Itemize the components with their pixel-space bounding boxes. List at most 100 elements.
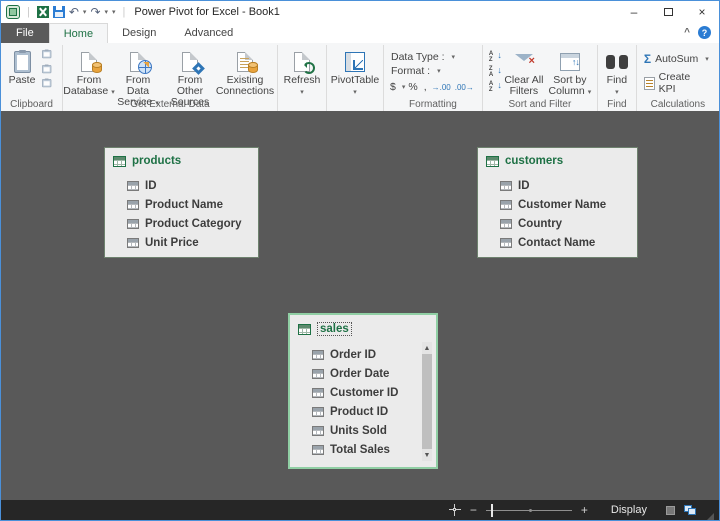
table-name[interactable]: sales <box>317 322 352 336</box>
sort-descending-icon[interactable]: ZA <box>488 66 502 80</box>
currency-button[interactable]: $ <box>387 81 399 93</box>
percent-button[interactable]: % <box>405 81 420 93</box>
data-type-dropdown[interactable]: Data Type :▾ <box>387 50 476 64</box>
table-field[interactable]: Product Category <box>127 214 250 233</box>
paste-button[interactable]: Paste <box>4 47 40 88</box>
scroll-up-icon[interactable]: ▲ <box>422 342 432 354</box>
sort-ascending-icon[interactable]: AZ <box>488 51 502 65</box>
clear-all-filters-label: Clear All Filters <box>504 75 544 97</box>
table-field[interactable]: ID <box>127 176 250 195</box>
increase-decimal-button[interactable]: →.00 <box>430 83 453 92</box>
excel-icon[interactable] <box>37 6 49 18</box>
paste-icon <box>14 51 31 73</box>
paste-append-icon[interactable] <box>42 65 51 73</box>
from-database-button[interactable]: From Database▾ <box>66 47 112 100</box>
scroll-down-icon[interactable]: ▼ <box>422 449 432 461</box>
create-kpi-label: Create KPI <box>659 71 709 95</box>
column-icon <box>500 200 512 210</box>
table-field[interactable]: Units Sold <box>312 421 428 440</box>
undo-dropdown-icon[interactable]: ▾ <box>83 8 87 16</box>
fit-to-screen-icon[interactable] <box>449 504 461 516</box>
column-icon <box>312 426 324 436</box>
tab-file[interactable]: File <box>1 23 49 43</box>
tab-home[interactable]: Home <box>49 23 108 43</box>
column-icon <box>312 350 324 360</box>
minimize-button[interactable]: – <box>617 1 651 23</box>
title-bar: | ↶▾ ↷▾ ▾ | Power Pivot for Excel - Book… <box>1 1 719 23</box>
group-sort-filter: AZ ZA AZ Clear All Filters Sort by Colum… <box>483 45 598 111</box>
decrease-decimal-button[interactable]: .00→ <box>453 83 476 92</box>
column-icon <box>127 219 139 229</box>
maximize-button[interactable] <box>651 1 685 23</box>
find-icon <box>606 55 628 69</box>
format-dropdown[interactable]: Format :▾ <box>387 64 476 78</box>
diagram-canvas[interactable]: products ID Product Name Product Categor… <box>1 111 719 500</box>
table-field[interactable]: Customer Name <box>500 195 629 214</box>
zoom-slider[interactable] <box>486 510 572 511</box>
clear-filters-icon <box>515 54 533 70</box>
paste-replace-icon[interactable] <box>42 50 51 58</box>
diagram-view-statusbar-icon[interactable] <box>684 505 696 515</box>
table-scrollbar[interactable]: ▲ ▼ <box>422 342 432 461</box>
zoom-in-button[interactable]: + <box>581 504 588 516</box>
table-header[interactable]: sales <box>298 322 428 336</box>
zoom-slider-thumb[interactable] <box>491 504 493 517</box>
field-name: Customer Name <box>518 199 606 211</box>
sort-by-column-button[interactable]: Sort by Column▾ <box>546 47 594 100</box>
field-name: Contact Name <box>518 237 595 249</box>
refresh-button[interactable]: Refresh ▾ <box>281 47 323 100</box>
zoom-out-button[interactable]: − <box>470 504 477 516</box>
redo-button[interactable]: ↷ <box>90 6 100 18</box>
existing-connections-button[interactable]: Existing Connections <box>216 47 274 99</box>
table-field[interactable]: Product ID <box>312 402 428 421</box>
clipboard-group-label: Clipboard <box>1 99 62 110</box>
table-field[interactable]: Unit Price <box>127 233 250 252</box>
separator: | <box>120 6 129 18</box>
column-icon <box>312 407 324 417</box>
table-card-customers[interactable]: customers ID Customer Name Country Conta… <box>477 147 638 258</box>
table-field[interactable]: Country <box>500 214 629 233</box>
customize-qat-icon[interactable]: ▾ <box>112 8 116 16</box>
existing-connections-label: Existing Connections <box>216 75 274 97</box>
table-card-sales[interactable]: sales Order ID Order Date Customer ID Pr… <box>288 313 438 469</box>
tab-advanced[interactable]: Advanced <box>170 23 247 43</box>
comma-button[interactable]: , <box>421 81 430 93</box>
group-formatting: Data Type :▾ Format :▾ $▾ % , →.00 .00→ … <box>384 45 483 111</box>
formatting-group-label: Formatting <box>384 99 482 110</box>
table-header[interactable]: products <box>113 155 250 167</box>
table-field[interactable]: ID <box>500 176 629 195</box>
refresh-icon <box>294 52 310 72</box>
resize-grip[interactable] <box>707 513 714 520</box>
table-field[interactable]: Product Name <box>127 195 250 214</box>
table-field[interactable]: Order ID <box>312 345 428 364</box>
table-header[interactable]: customers <box>486 155 629 167</box>
custom-sort-icon[interactable]: AZ <box>488 81 502 95</box>
undo-button[interactable]: ↶ <box>69 6 79 18</box>
collapse-ribbon-icon[interactable]: ^ <box>684 27 690 38</box>
tab-design[interactable]: Design <box>108 23 170 43</box>
table-icon <box>298 324 311 335</box>
sort-filter-group-label: Sort and Filter <box>483 99 597 110</box>
find-label: Find <box>607 75 627 86</box>
save-icon[interactable] <box>53 6 65 18</box>
table-field[interactable]: Contact Name <box>500 233 629 252</box>
find-button[interactable]: Find ▾ <box>601 47 633 100</box>
close-button[interactable]: × <box>685 1 719 23</box>
table-field[interactable]: Total Sales <box>312 440 428 459</box>
help-icon[interactable]: ? <box>698 26 711 39</box>
redo-dropdown-icon[interactable]: ▾ <box>105 8 109 16</box>
table-field[interactable]: Customer ID <box>312 383 428 402</box>
pivottable-button[interactable]: PivotTable ▾ <box>330 47 380 100</box>
data-view-statusbar-icon[interactable] <box>666 506 675 515</box>
table-icon <box>113 156 126 167</box>
table-card-products[interactable]: products ID Product Name Product Categor… <box>104 147 259 258</box>
create-kpi-button[interactable]: Create KPI <box>640 70 713 96</box>
maximize-icon <box>664 8 673 16</box>
clear-all-filters-button[interactable]: Clear All Filters <box>502 47 546 99</box>
field-name: ID <box>145 180 157 192</box>
dropdown-icon: ▾ <box>615 87 619 98</box>
copy-icon[interactable] <box>42 79 51 87</box>
autosum-button[interactable]: Σ AutoSum▾ <box>640 51 713 67</box>
table-field[interactable]: Order Date <box>312 364 428 383</box>
column-icon <box>127 181 139 191</box>
